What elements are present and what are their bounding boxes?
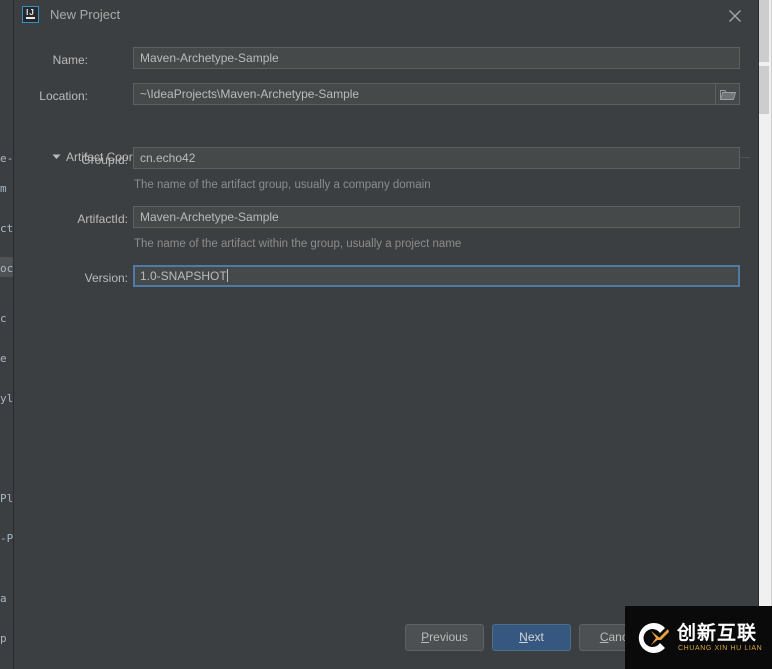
dialog-title: New Project (50, 7, 120, 22)
groupid-label: GroupId: (32, 153, 128, 167)
browse-location-button[interactable] (716, 83, 740, 105)
scrollbar-thumb[interactable] (757, 0, 769, 62)
background-text-fragment: e-S (0, 152, 14, 165)
new-project-dialog: IJ New Project Name: Maven-Archetype-Sam… (14, 0, 758, 669)
watermark-pinyin-text: CHUANG XIN HU LIAN (678, 645, 762, 652)
project-form: Name: Maven-Archetype-Sample Location: ~… (14, 31, 758, 606)
cx-logo-icon (635, 620, 671, 656)
name-input[interactable]: Maven-Archetype-Sample (133, 47, 740, 69)
version-input[interactable]: 1.0-SNAPSHOT (133, 265, 740, 287)
vertical-scrollbar[interactable] (756, 0, 771, 669)
background-text-fragment: -P (0, 532, 13, 545)
next-button-mnemonic: N (519, 630, 528, 644)
watermark-overlay: 创新互联 CHUANG XIN HU LIAN (625, 606, 772, 669)
background-text-fragment: c (0, 312, 7, 325)
close-button[interactable] (712, 0, 758, 31)
dialog-titlebar: IJ New Project (14, 0, 758, 31)
background-window-right-edge (756, 0, 772, 669)
previous-button[interactable]: Previous (405, 624, 484, 651)
background-text-fragment: yl (0, 392, 13, 405)
background-text-fragment: oc (0, 262, 13, 275)
background-window-left-edge: e-S m ct oc c e yl Plu -P a p (0, 0, 14, 669)
name-label: Name: (32, 53, 88, 67)
artifactid-label: ArtifactId: (32, 212, 128, 226)
artifactid-input[interactable]: Maven-Archetype-Sample (133, 206, 740, 228)
background-text-fragment: m (0, 182, 7, 195)
background-text-fragment: p (0, 632, 7, 645)
previous-button-suffix: revious (429, 630, 468, 644)
version-label: Version: (32, 271, 128, 285)
watermark-chinese-text: 创新互联 (677, 622, 757, 644)
groupid-input[interactable]: cn.echo42 (133, 147, 740, 169)
background-text-fragment: a (0, 592, 7, 605)
next-button[interactable]: Next (492, 624, 571, 651)
app-icon-underline (26, 17, 35, 19)
previous-button-mnemonic: P (421, 630, 429, 644)
scrollbar-thumb[interactable] (757, 66, 769, 114)
background-text-fragment: ct (0, 222, 13, 235)
app-icon-letters: IJ (23, 8, 38, 17)
text-caret (227, 269, 228, 282)
groupid-hint: The name of the artifact group, usually … (134, 179, 431, 191)
version-input-text: 1.0-SNAPSHOT (140, 269, 227, 283)
background-text-fragment: e (0, 352, 7, 365)
location-input[interactable]: ~\IdeaProjects\Maven-Archetype-Sample (133, 83, 716, 105)
next-button-suffix: ext (528, 630, 544, 644)
artifactid-hint: The name of the artifact within the grou… (134, 238, 461, 250)
intellij-idea-icon: IJ (22, 6, 39, 23)
background-text-fragment: Plu (0, 492, 14, 505)
location-label: Location: (32, 89, 88, 103)
